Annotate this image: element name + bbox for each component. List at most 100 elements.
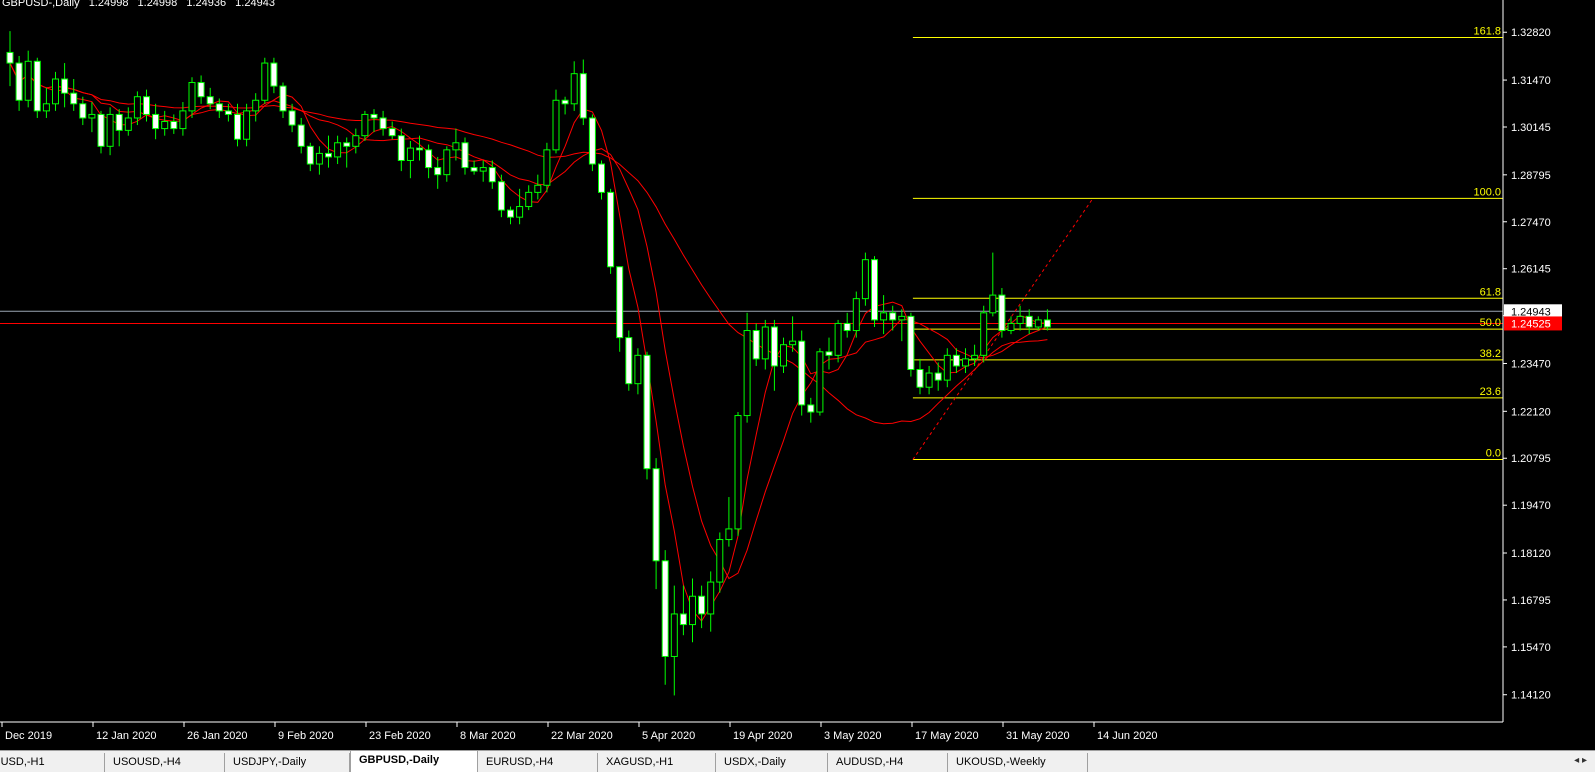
price-tick-label: 1.18120 [1511, 548, 1551, 560]
candle-body [397, 135, 405, 161]
tab-gbpusd[interactable]: GBPUSD,-Daily [350, 751, 478, 772]
chart-high: 1.24998 [137, 0, 178, 9]
date-tick-label: 19 Apr 2020 [733, 730, 792, 742]
price-tick-label: 1.20795 [1511, 453, 1551, 465]
candle-body [52, 78, 59, 105]
date-tick-label: 3 May 2020 [824, 730, 881, 742]
price-tick-label: 1.14120 [1511, 690, 1551, 702]
candle-body [943, 354, 951, 381]
candle-body [315, 152, 323, 165]
candle-body [206, 96, 214, 105]
candle-body [297, 124, 305, 147]
candle-body [625, 337, 633, 385]
candle-body [1016, 315, 1024, 324]
candle-body [716, 539, 724, 583]
arrow-left-right-icon[interactable]: ◂ ▸ [1574, 755, 1587, 766]
candle-body [143, 96, 150, 115]
candle-body [188, 82, 196, 112]
fib-level-label: 61.8 [1480, 286, 1501, 298]
candle-body [971, 354, 979, 360]
candle-body [33, 60, 41, 112]
candle-body [561, 99, 569, 105]
candle-body [79, 103, 87, 119]
candle-body [816, 351, 824, 413]
fib-level-label: 161.8 [1473, 26, 1501, 38]
date-tick-label: 14 Jun 2020 [1097, 730, 1158, 742]
candle-body [825, 351, 833, 356]
candle-body [115, 113, 123, 131]
tab-usdjpy[interactable]: USDJPY,-Daily [225, 753, 350, 772]
date-tick-label: 8 Mar 2020 [460, 730, 516, 742]
candle-body [916, 369, 924, 388]
candle-body [334, 142, 342, 158]
price-tick-label: 1.22120 [1511, 406, 1551, 418]
tab-audusd[interactable]: AUDUSD,-H4 [828, 753, 948, 772]
candle-body [861, 259, 869, 300]
date-tick-label: 17 May 2020 [915, 730, 979, 742]
candle-body [934, 372, 942, 381]
candle-body [106, 113, 114, 147]
candle-body [224, 110, 232, 115]
candle-body [152, 113, 160, 130]
price-tick-label: 1.27470 [1511, 217, 1551, 229]
candle-body [507, 209, 514, 218]
chart-open: 1.24998 [88, 0, 129, 9]
candle-body [516, 206, 524, 218]
candle-body [416, 147, 423, 151]
candle-body [42, 103, 50, 112]
date-tick-label: 22 Mar 2020 [551, 730, 613, 742]
candle-body [989, 294, 997, 314]
tab-xagusd[interactable]: XAGUSD,-H1 [598, 753, 716, 772]
price-tick-label: 1.30145 [1511, 122, 1551, 134]
price-tick-label: 1.23470 [1511, 358, 1551, 370]
candle-body [243, 110, 251, 140]
candle-body [261, 62, 269, 101]
candle-body [780, 344, 787, 367]
candle-body [97, 113, 105, 147]
candle-body [761, 326, 769, 360]
candle-body [479, 167, 487, 172]
date-tick-label: Dec 2019 [5, 730, 52, 742]
candle-body [170, 121, 178, 130]
tab-xauusd[interactable]: XAUUSD,-H1 [0, 753, 105, 772]
candle-body [379, 117, 387, 130]
candle-body [725, 528, 733, 541]
candle-body [880, 312, 888, 321]
candle-body [798, 340, 806, 406]
candle-body [234, 113, 241, 140]
candle-body [552, 99, 560, 151]
price-tick-label: 1.15470 [1511, 642, 1551, 654]
candle-body [24, 60, 32, 101]
candle-body [998, 294, 1006, 332]
candle-body [852, 298, 860, 332]
candle-body [361, 113, 369, 137]
price-tick-label: 1.16795 [1511, 595, 1551, 607]
candle-body [1025, 315, 1033, 328]
price-tick-label: 1.31470 [1511, 75, 1551, 87]
candle-body [843, 322, 851, 332]
candle-body [15, 62, 23, 101]
candle-body [907, 315, 915, 371]
tab-eurusd[interactable]: EURUSD,-H4 [478, 753, 598, 772]
candle-body [461, 142, 469, 169]
candle-body [634, 354, 642, 385]
tab-usousd[interactable]: USOUSD,-H4 [105, 753, 225, 772]
candle-body [670, 613, 678, 657]
date-tick-label: 26 Jan 2020 [187, 730, 248, 742]
candle-body [161, 121, 169, 130]
fib-level-label: 38.2 [1480, 348, 1501, 360]
candle-body [325, 152, 332, 158]
tab-ukousd[interactable]: UKOUSD,-Weekly [948, 753, 1088, 772]
fib-level-label: 100.0 [1473, 186, 1501, 198]
candle-body [743, 330, 751, 417]
candle-body [661, 560, 669, 657]
price-chart[interactable]: 161.8 100.0 61.8 50.0 38.2 23.6 0.0 1.32820 1.3… [0, 0, 1595, 750]
candle-body [288, 110, 296, 126]
candle-body [452, 142, 460, 151]
date-tick-label: 5 Apr 2020 [642, 730, 695, 742]
fib-level-label: 23.6 [1480, 386, 1501, 398]
tab-usdx[interactable]: USDX,-Daily [716, 753, 828, 772]
candle-body [616, 266, 624, 339]
price-tick-label: 1.19470 [1511, 500, 1551, 512]
candle-body [352, 135, 360, 147]
